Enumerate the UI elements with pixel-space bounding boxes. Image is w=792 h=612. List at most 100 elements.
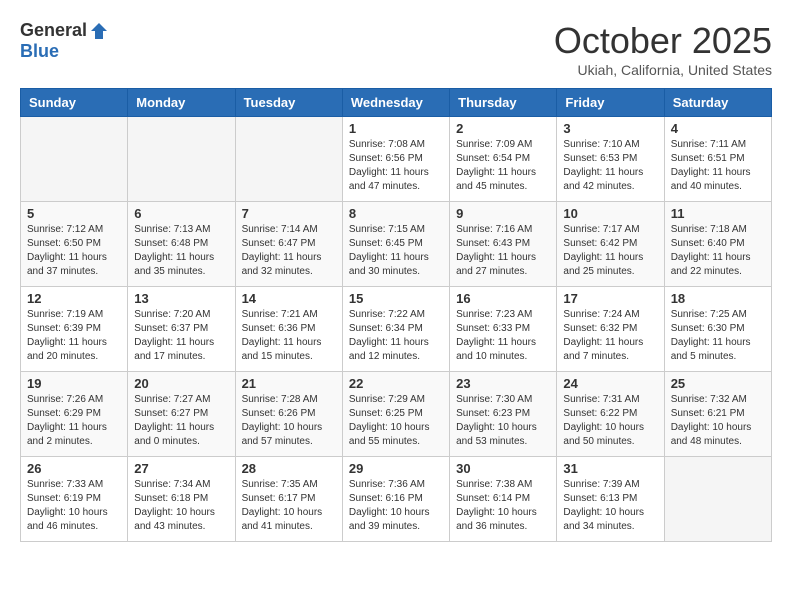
calendar-cell: 13 Sunrise: 7:20 AM Sunset: 6:37 PM Dayli… xyxy=(128,287,235,372)
calendar-cell: 11 Sunrise: 7:18 AM Sunset: 6:40 PM Dayli… xyxy=(664,202,771,287)
calendar-cell: 25Sunrise: 7:32 AM Sunset: 6:21 PM Dayli… xyxy=(664,372,771,457)
day-number: 21 xyxy=(242,376,336,391)
calendar-cell xyxy=(664,457,771,542)
day-info: Sunrise: 7:11 AM Sunset: 6:51 PM Dayligh… xyxy=(671,138,765,194)
day-info: Sunrise: 7:15 AM Sunset: 6:45 PM Dayligh… xyxy=(349,223,443,279)
day-info: Sunrise: 7:10 AM Sunset: 6:53 PM Dayligh… xyxy=(563,138,657,194)
day-info: Sunrise: 7:25 AM Sunset: 6:30 PM Dayligh… xyxy=(671,308,765,364)
column-header-saturday: Saturday xyxy=(664,89,771,117)
column-header-monday: Monday xyxy=(128,89,235,117)
day-number: 23 xyxy=(456,376,550,391)
day-number: 22 xyxy=(349,376,443,391)
calendar-week-1: 1Sunrise: 7:08 AM Sunset: 6:56 PM Daylig… xyxy=(21,117,772,202)
day-info: Sunrise: 7:12 AM Sunset: 6:50 PM Dayligh… xyxy=(27,223,121,279)
logo-icon xyxy=(89,21,109,41)
day-info: Sunrise: 7:16 AM Sunset: 6:43 PM Dayligh… xyxy=(456,223,550,279)
calendar-week-2: 5 Sunrise: 7:12 AM Sunset: 6:50 PM Daylig… xyxy=(21,202,772,287)
calendar-cell: 21 Sunrise: 7:28 AM Sunset: 6:26 PM Dayli… xyxy=(235,372,342,457)
calendar-cell: 14Sunrise: 7:21 AM Sunset: 6:36 PM Dayli… xyxy=(235,287,342,372)
day-info: Sunrise: 7:18 AM Sunset: 6:40 PM Dayligh… xyxy=(671,223,765,279)
calendar-cell: 30 Sunrise: 7:38 AM Sunset: 6:14 PM Dayli… xyxy=(450,457,557,542)
day-number: 17 xyxy=(563,291,657,306)
calendar-cell: 2 Sunrise: 7:09 AM Sunset: 6:54 PM Daylig… xyxy=(450,117,557,202)
day-info: Sunrise: 7:39 AM Sunset: 6:13 PM Dayligh… xyxy=(563,478,657,534)
day-number: 1 xyxy=(349,121,443,136)
calendar-table: SundayMondayTuesdayWednesdayThursdayFrid… xyxy=(20,88,772,542)
calendar-cell: 10 Sunrise: 7:17 AM Sunset: 6:42 PM Dayli… xyxy=(557,202,664,287)
calendar-cell xyxy=(235,117,342,202)
day-info: Sunrise: 7:13 AM Sunset: 6:48 PM Dayligh… xyxy=(134,223,228,279)
day-number: 6 xyxy=(134,206,228,221)
calendar-cell: 28Sunrise: 7:35 AM Sunset: 6:17 PM Dayli… xyxy=(235,457,342,542)
title-section: October 2025 Ukiah, California, United S… xyxy=(554,20,772,78)
calendar-cell: 1Sunrise: 7:08 AM Sunset: 6:56 PM Daylig… xyxy=(342,117,449,202)
day-info: Sunrise: 7:30 AM Sunset: 6:23 PM Dayligh… xyxy=(456,393,550,449)
calendar-cell: 18 Sunrise: 7:25 AM Sunset: 6:30 PM Dayli… xyxy=(664,287,771,372)
calendar-cell: 31 Sunrise: 7:39 AM Sunset: 6:13 PM Dayli… xyxy=(557,457,664,542)
page-header: General Blue October 2025 Ukiah, Califor… xyxy=(20,20,772,78)
day-info: Sunrise: 7:34 AM Sunset: 6:18 PM Dayligh… xyxy=(134,478,228,534)
calendar-header-row: SundayMondayTuesdayWednesdayThursdayFrid… xyxy=(21,89,772,117)
day-info: Sunrise: 7:36 AM Sunset: 6:16 PM Dayligh… xyxy=(349,478,443,534)
day-number: 19 xyxy=(27,376,121,391)
calendar-cell: 9 Sunrise: 7:16 AM Sunset: 6:43 PM Daylig… xyxy=(450,202,557,287)
calendar-cell: 12 Sunrise: 7:19 AM Sunset: 6:39 PM Dayli… xyxy=(21,287,128,372)
column-header-thursday: Thursday xyxy=(450,89,557,117)
day-info: Sunrise: 7:19 AM Sunset: 6:39 PM Dayligh… xyxy=(27,308,121,364)
day-number: 14 xyxy=(242,291,336,306)
day-number: 3 xyxy=(563,121,657,136)
calendar-cell: 15 Sunrise: 7:22 AM Sunset: 6:34 PM Dayli… xyxy=(342,287,449,372)
calendar-week-3: 12 Sunrise: 7:19 AM Sunset: 6:39 PM Dayli… xyxy=(21,287,772,372)
calendar-cell xyxy=(21,117,128,202)
calendar-cell: 8Sunrise: 7:15 AM Sunset: 6:45 PM Daylig… xyxy=(342,202,449,287)
calendar-cell: 19 Sunrise: 7:26 AM Sunset: 6:29 PM Dayli… xyxy=(21,372,128,457)
day-number: 24 xyxy=(563,376,657,391)
calendar-cell: 3 Sunrise: 7:10 AM Sunset: 6:53 PM Daylig… xyxy=(557,117,664,202)
day-number: 29 xyxy=(349,461,443,476)
logo-general-text: General xyxy=(20,20,87,41)
column-header-wednesday: Wednesday xyxy=(342,89,449,117)
day-number: 18 xyxy=(671,291,765,306)
day-number: 31 xyxy=(563,461,657,476)
day-number: 13 xyxy=(134,291,228,306)
day-info: Sunrise: 7:09 AM Sunset: 6:54 PM Dayligh… xyxy=(456,138,550,194)
day-number: 25 xyxy=(671,376,765,391)
calendar-cell: 17 Sunrise: 7:24 AM Sunset: 6:32 PM Dayli… xyxy=(557,287,664,372)
day-number: 16 xyxy=(456,291,550,306)
day-info: Sunrise: 7:20 AM Sunset: 6:37 PM Dayligh… xyxy=(134,308,228,364)
month-title: October 2025 xyxy=(554,20,772,62)
day-info: Sunrise: 7:26 AM Sunset: 6:29 PM Dayligh… xyxy=(27,393,121,449)
day-number: 11 xyxy=(671,206,765,221)
logo-blue-text: Blue xyxy=(20,41,59,62)
day-info: Sunrise: 7:24 AM Sunset: 6:32 PM Dayligh… xyxy=(563,308,657,364)
day-info: Sunrise: 7:29 AM Sunset: 6:25 PM Dayligh… xyxy=(349,393,443,449)
column-header-sunday: Sunday xyxy=(21,89,128,117)
day-info: Sunrise: 7:28 AM Sunset: 6:26 PM Dayligh… xyxy=(242,393,336,449)
day-info: Sunrise: 7:35 AM Sunset: 6:17 PM Dayligh… xyxy=(242,478,336,534)
day-number: 2 xyxy=(456,121,550,136)
day-info: Sunrise: 7:23 AM Sunset: 6:33 PM Dayligh… xyxy=(456,308,550,364)
day-info: Sunrise: 7:22 AM Sunset: 6:34 PM Dayligh… xyxy=(349,308,443,364)
day-number: 5 xyxy=(27,206,121,221)
day-info: Sunrise: 7:38 AM Sunset: 6:14 PM Dayligh… xyxy=(456,478,550,534)
calendar-cell: 16 Sunrise: 7:23 AM Sunset: 6:33 PM Dayli… xyxy=(450,287,557,372)
day-number: 26 xyxy=(27,461,121,476)
day-number: 9 xyxy=(456,206,550,221)
day-number: 27 xyxy=(134,461,228,476)
calendar-week-4: 19 Sunrise: 7:26 AM Sunset: 6:29 PM Dayli… xyxy=(21,372,772,457)
day-number: 15 xyxy=(349,291,443,306)
day-number: 4 xyxy=(671,121,765,136)
calendar-cell: 29 Sunrise: 7:36 AM Sunset: 6:16 PM Dayli… xyxy=(342,457,449,542)
calendar-week-5: 26 Sunrise: 7:33 AM Sunset: 6:19 PM Dayli… xyxy=(21,457,772,542)
day-number: 10 xyxy=(563,206,657,221)
day-number: 20 xyxy=(134,376,228,391)
day-info: Sunrise: 7:33 AM Sunset: 6:19 PM Dayligh… xyxy=(27,478,121,534)
location: Ukiah, California, United States xyxy=(554,62,772,78)
day-number: 30 xyxy=(456,461,550,476)
day-info: Sunrise: 7:17 AM Sunset: 6:42 PM Dayligh… xyxy=(563,223,657,279)
calendar-cell: 7Sunrise: 7:14 AM Sunset: 6:47 PM Daylig… xyxy=(235,202,342,287)
calendar-cell: 26 Sunrise: 7:33 AM Sunset: 6:19 PM Dayli… xyxy=(21,457,128,542)
column-header-tuesday: Tuesday xyxy=(235,89,342,117)
day-number: 12 xyxy=(27,291,121,306)
column-header-friday: Friday xyxy=(557,89,664,117)
